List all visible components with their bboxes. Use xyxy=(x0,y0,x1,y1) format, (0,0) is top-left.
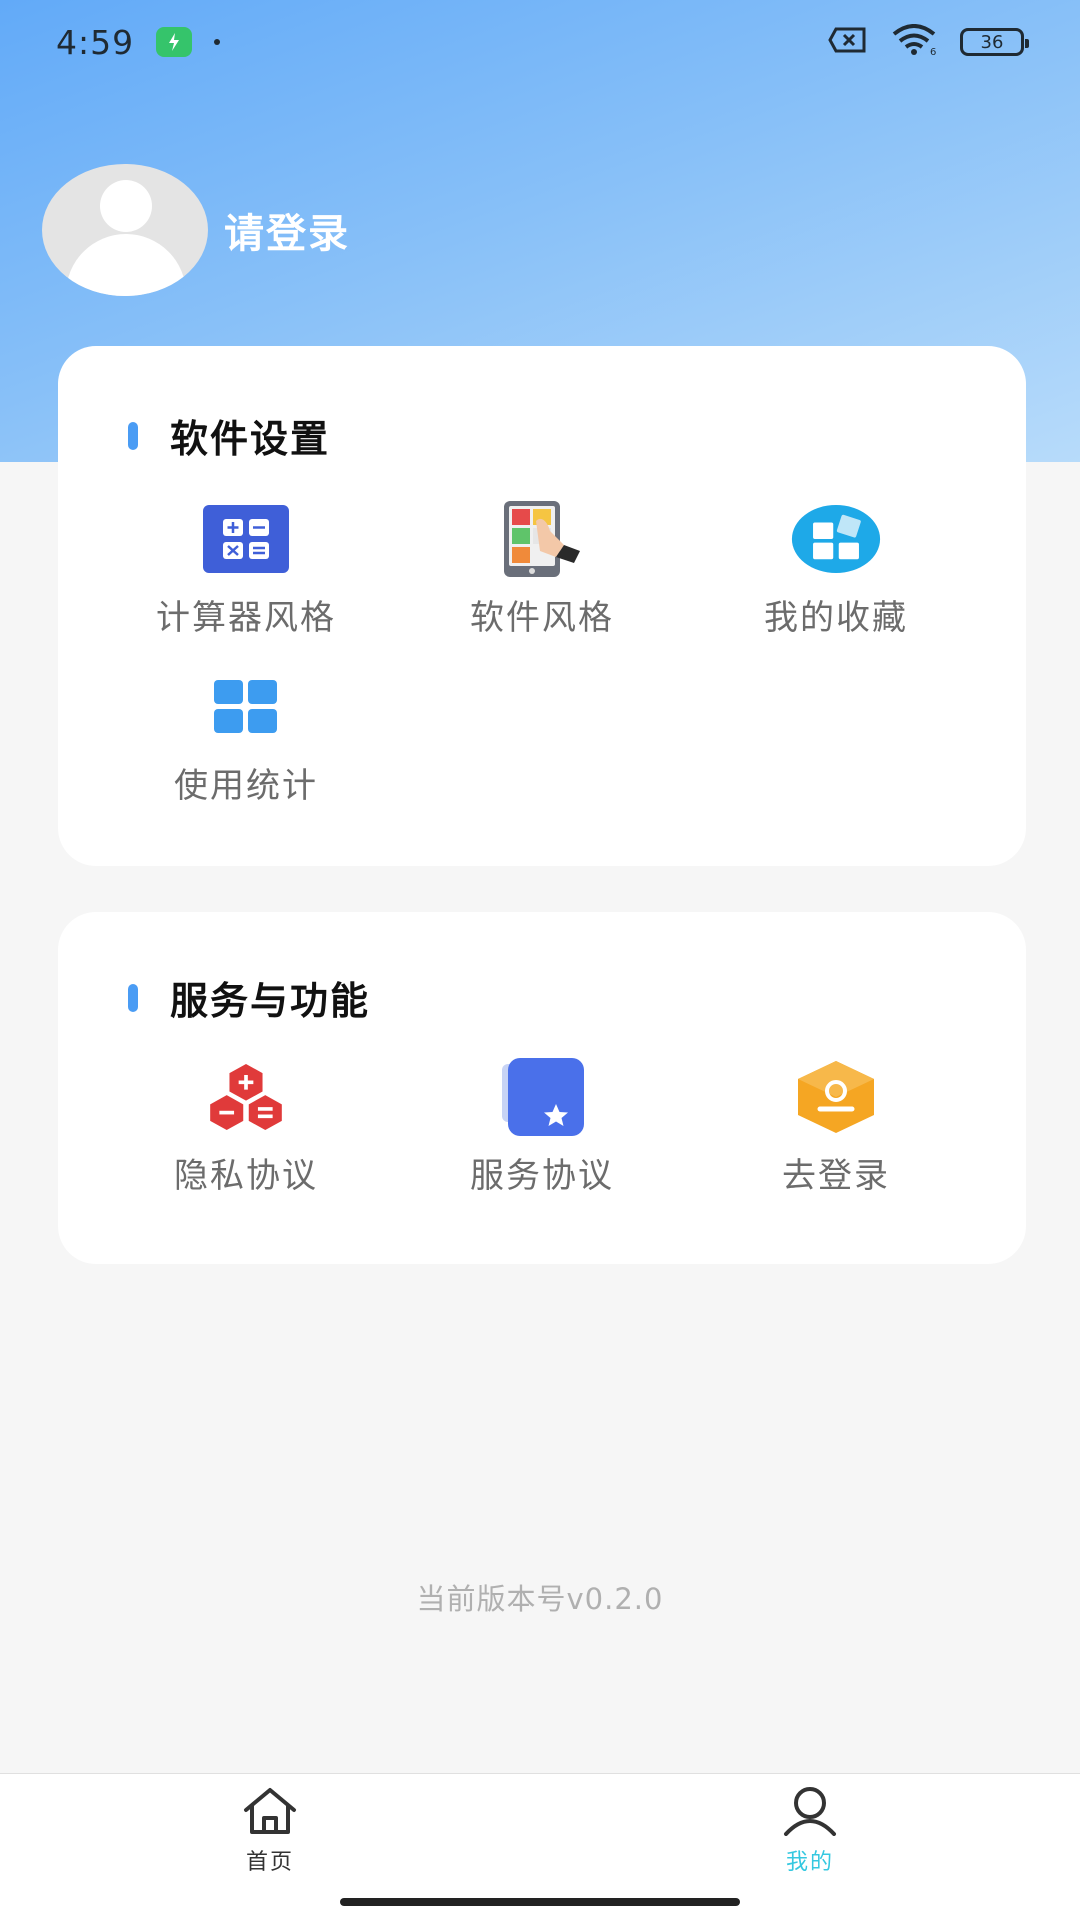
wifi-icon: 6 xyxy=(890,24,938,60)
home-indicator xyxy=(340,1898,740,1906)
security-shield-icon xyxy=(156,27,193,57)
battery-icon: 36 xyxy=(960,28,1029,56)
services-card: 服务与功能 隐私协议 服务协议 去登录 xyxy=(58,912,1026,1264)
tab-label: 首页 xyxy=(245,1850,294,1875)
status-bar: 4:59 6 36 xyxy=(0,0,1080,84)
tab-home[interactable]: 首页 xyxy=(170,1786,370,1876)
no-sim-icon xyxy=(828,26,868,58)
my-favorites-item[interactable]: 我的收藏 xyxy=(706,504,966,639)
user-icon xyxy=(780,1786,840,1840)
home-icon xyxy=(240,1786,300,1840)
go-login-item[interactable]: 去登录 xyxy=(706,1061,966,1197)
notification-dot-icon xyxy=(214,39,221,45)
favorites-icon xyxy=(791,504,881,574)
svg-text:6: 6 xyxy=(930,47,936,56)
calculator-style-item[interactable]: 计算器风格 xyxy=(116,504,376,639)
login-prompt[interactable]: 请登录 xyxy=(224,201,350,259)
section-title: 软件设置 xyxy=(128,408,330,463)
service-agreement-item[interactable]: 服务协议 xyxy=(412,1058,672,1197)
theme-icon xyxy=(497,501,587,577)
software-settings-card: 软件设置 计算器风格 软件风格 我的收藏 使用统计 xyxy=(58,346,1026,866)
status-time: 4:59 xyxy=(56,22,135,62)
version-label: 当前版本号v0.2.0 xyxy=(416,1582,664,1616)
service-book-icon xyxy=(497,1058,587,1136)
avatar[interactable] xyxy=(42,164,208,296)
login-badge-icon xyxy=(791,1061,881,1133)
calculator-icon xyxy=(201,504,291,574)
privacy-icon xyxy=(201,1062,291,1132)
title-accent-bar xyxy=(128,421,138,450)
stats-grid-icon xyxy=(201,672,291,742)
usage-stats-item[interactable]: 使用统计 xyxy=(116,672,376,807)
tab-mine[interactable]: 我的 xyxy=(710,1786,910,1876)
section-title: 服务与功能 xyxy=(128,970,370,1025)
profile-header[interactable]: 请登录 xyxy=(42,164,350,296)
privacy-agreement-item[interactable]: 隐私协议 xyxy=(116,1062,376,1197)
software-style-item[interactable]: 软件风格 xyxy=(412,501,672,639)
title-accent-bar xyxy=(128,983,138,1012)
tab-label: 我的 xyxy=(785,1850,834,1875)
